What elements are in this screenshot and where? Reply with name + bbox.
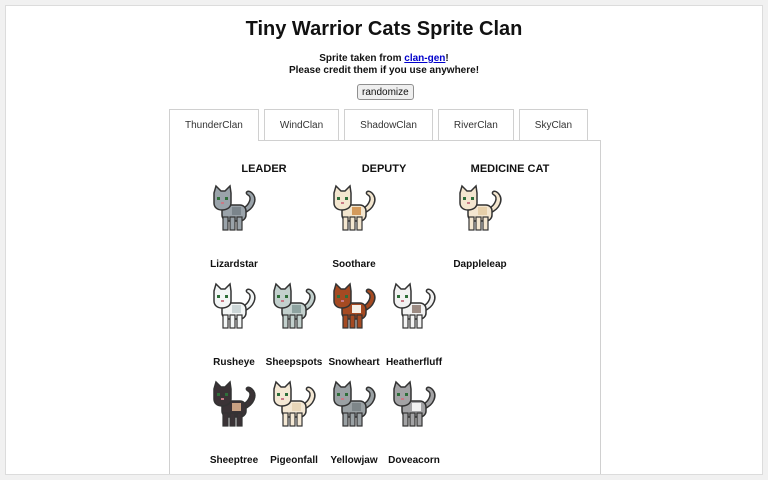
- page-container: Tiny Warrior Cats Sprite Clan Sprite tak…: [5, 5, 763, 475]
- cat-icon: [459, 184, 502, 231]
- cat-name: Heatherfluff: [385, 357, 443, 368]
- cat-icon: [213, 380, 256, 427]
- cat-sprite: [450, 183, 510, 235]
- tab-thunderclan[interactable]: ThunderClan: [169, 109, 259, 141]
- tab-skyclan[interactable]: SkyClan: [518, 109, 589, 140]
- cat-icon: [213, 184, 256, 231]
- cat-icon: [273, 380, 316, 427]
- cat-sprite: [264, 281, 324, 333]
- role-deputy-label: DEPUTY: [361, 163, 407, 175]
- cat-sprite: [264, 379, 324, 431]
- cat-name: Doveacorn: [388, 455, 440, 466]
- randomize-button[interactable]: randomize: [357, 84, 414, 100]
- cat-sprite: [204, 183, 264, 235]
- tab-windclan[interactable]: WindClan: [263, 109, 340, 140]
- page-title: Tiny Warrior Cats Sprite Clan: [245, 18, 523, 40]
- cat-icon: [333, 282, 376, 329]
- cat-sprite: [204, 379, 264, 431]
- role-leader-label: LEADER: [241, 163, 287, 175]
- clan-panel: LEADER DEPUTY MEDICINE CAT Lizardstar Soo…: [169, 140, 601, 474]
- cat-sprite: [324, 281, 384, 333]
- cat-sprite: [204, 281, 264, 333]
- tab-shadowclan[interactable]: ShadowClan: [344, 109, 433, 140]
- cat-icon: [273, 282, 316, 329]
- cat-icon: [393, 380, 436, 427]
- cat-name: Soothare: [332, 259, 376, 270]
- cat-sprite: [324, 183, 384, 235]
- credit-suffix: !: [445, 53, 449, 64]
- cat-icon: [213, 282, 256, 329]
- role-medicine-cat-label: MEDICINE CAT: [470, 163, 550, 175]
- cat-sprite: [324, 379, 384, 431]
- cat-name: Dappleleap: [453, 259, 507, 270]
- credit-prefix: Sprite taken from: [319, 53, 405, 64]
- cat-icon: [393, 282, 436, 329]
- cat-icon: [333, 380, 376, 427]
- tab-riverclan[interactable]: RiverClan: [437, 109, 514, 140]
- cat-sprite: [384, 281, 444, 333]
- credit-line2: Please credit them if you use anywhere!: [288, 65, 480, 76]
- clan-tabs: ThunderClan WindClan ShadowClan RiverCla…: [169, 109, 589, 141]
- cat-name: Lizardstar: [210, 259, 258, 270]
- cat-icon: [333, 184, 376, 231]
- credit-text: Sprite taken from clan-gen! Please credi…: [6, 53, 762, 77]
- clan-gen-link[interactable]: clan-gen: [404, 53, 445, 64]
- cat-sprite: [384, 379, 444, 431]
